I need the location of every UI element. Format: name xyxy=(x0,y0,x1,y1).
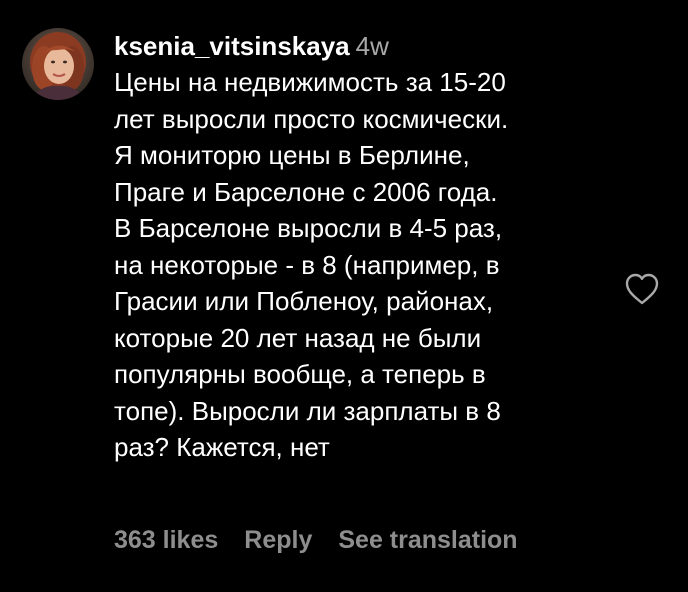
comment-timestamp[interactable]: 4w xyxy=(356,31,389,61)
likes-count[interactable]: 363 likes xyxy=(114,526,218,554)
avatar-image xyxy=(22,28,94,100)
see-translation-button[interactable]: See translation xyxy=(338,526,517,554)
comment-text: Цены на недвижимость за 15-20 лет выросл… xyxy=(114,67,509,462)
heart-outline-icon xyxy=(625,273,659,305)
comment-actions: 363 likes Reply See translation xyxy=(114,522,518,558)
comment: ksenia_vitsinskaya 4w Цены на недвижимост… xyxy=(0,0,688,592)
comment-header: ksenia_vitsinskaya 4w xyxy=(114,28,614,64)
reply-button[interactable]: Reply xyxy=(244,526,312,554)
avatar[interactable] xyxy=(22,28,94,100)
like-button[interactable] xyxy=(624,272,660,306)
comment-content: ksenia_vitsinskaya 4w Цены на недвижимост… xyxy=(114,28,614,466)
username-link[interactable]: ksenia_vitsinskaya xyxy=(114,31,350,61)
